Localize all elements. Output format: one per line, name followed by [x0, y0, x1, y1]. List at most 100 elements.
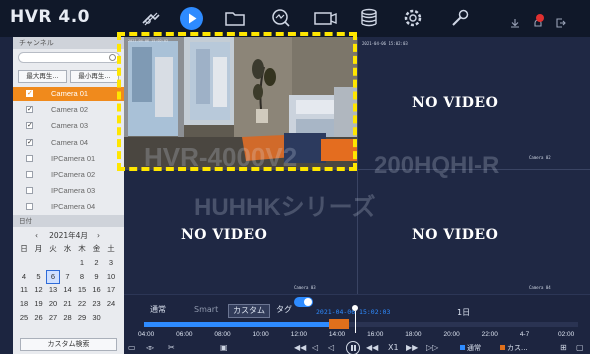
camera-list-item[interactable]: IPCamera 04 — [13, 200, 124, 214]
download-icon[interactable] — [510, 13, 520, 28]
grid-divider-vertical — [357, 37, 358, 294]
hour-tick-label: 08:00 — [214, 331, 231, 338]
weekday-label: 金 — [92, 244, 101, 253]
file-folder-icon[interactable] — [222, 6, 248, 30]
hour-tick-label: 18:00 — [405, 331, 422, 338]
calendar-day[interactable]: 4 — [18, 271, 30, 283]
rewind-icon[interactable]: ◀◀ — [294, 342, 306, 354]
camera-list-item[interactable]: ✓ Camera 03 — [13, 119, 124, 133]
mode-tag[interactable]: タグ — [276, 303, 292, 317]
storage-icon[interactable] — [356, 6, 382, 30]
playback-icon[interactable] — [180, 7, 203, 30]
hour-tick-label: 02:00 — [558, 331, 575, 338]
calendar-day[interactable]: 7 — [62, 271, 74, 283]
calendar-day[interactable]: 27 — [47, 312, 59, 324]
next-month-icon[interactable]: › — [97, 230, 100, 242]
calendar-day[interactable]: 15 — [76, 284, 88, 296]
cut-icon[interactable]: ✂ — [168, 342, 175, 354]
step-back-icon[interactable]: ◁ — [312, 342, 318, 354]
speed-label: X1 — [388, 343, 399, 352]
camera-checkbox[interactable] — [26, 171, 33, 178]
calendar-day[interactable]: 30 — [91, 312, 103, 324]
layout-icon[interactable]: ⊞ — [560, 342, 567, 354]
calendar-day[interactable]: 3 — [105, 257, 117, 269]
folder-icon[interactable]: ▭ — [128, 342, 136, 354]
camera-checkbox[interactable] — [26, 187, 33, 195]
calendar-day[interactable]: 9 — [91, 271, 103, 283]
hour-tick-label: 16:00 — [367, 331, 384, 338]
settings-icon[interactable] — [400, 6, 426, 30]
dvr-playback-window: HVR 4.0 チャンネル 最大再生... 最小再生... ✓ Camera 0… — [0, 0, 590, 354]
calendar-day[interactable]: 19 — [33, 298, 45, 310]
camera-checkbox[interactable]: ✓ — [26, 138, 33, 146]
camera-label: IPCamera 01 — [51, 153, 96, 163]
legend-custom-swatch — [500, 345, 505, 350]
mode-normal[interactable]: 通常 — [150, 303, 166, 317]
calendar-day[interactable]: 25 — [18, 312, 30, 324]
camera-icon[interactable] — [312, 6, 338, 30]
fullscreen-icon[interactable]: ▢ — [576, 342, 584, 354]
watermark-model-2: 200HQHI-R — [374, 152, 500, 179]
reverse-play-icon[interactable]: ◁ — [328, 342, 334, 354]
mode-smart[interactable]: Smart — [194, 303, 218, 317]
smart-search-icon[interactable] — [268, 6, 294, 30]
frame-step-icon[interactable]: ◃▹ — [146, 342, 154, 354]
live-view-icon[interactable] — [138, 6, 164, 30]
calendar-day[interactable]: 20 — [47, 298, 59, 310]
calendar-day[interactable]: 29 — [76, 312, 88, 324]
step-forward-icon[interactable]: ▷▷ — [426, 342, 438, 354]
calendar-day[interactable]: 5 — [33, 271, 45, 283]
camera-checkbox[interactable]: ✓ — [26, 106, 33, 114]
tag-toggle[interactable] — [294, 297, 313, 307]
slow-icon[interactable]: ◀◀ — [366, 342, 378, 354]
fast-forward-icon[interactable]: ▶▶ — [406, 342, 418, 354]
channel-search-input[interactable] — [18, 52, 120, 63]
calendar-day[interactable]: 11 — [18, 284, 30, 296]
calendar-day[interactable]: 8 — [76, 271, 88, 283]
max-playback-button[interactable]: 最大再生... — [18, 70, 67, 83]
calendar-day[interactable]: 17 — [105, 284, 117, 296]
maintenance-icon[interactable] — [446, 6, 472, 30]
camera-label: Camera 04 — [51, 137, 89, 147]
camera-list-item[interactable]: IPCamera 01 — [13, 152, 124, 166]
camera-checkbox[interactable] — [26, 203, 33, 211]
calendar-day[interactable]: 13 — [47, 284, 59, 296]
timeline-cursor[interactable] — [355, 311, 356, 333]
camera-list-item[interactable]: ✓ Camera 04 — [13, 136, 124, 150]
camera-checkbox[interactable]: ✓ — [26, 122, 33, 130]
calendar-day[interactable]: 18 — [18, 298, 30, 310]
mode-custom[interactable]: カスタム — [228, 304, 270, 318]
calendar-day[interactable]: 6 — [46, 269, 60, 284]
min-playback-button[interactable]: 最小再生... — [70, 70, 119, 83]
calendar-day[interactable]: 12 — [33, 284, 45, 296]
calendar-day[interactable]: 2 — [91, 257, 103, 269]
logout-icon[interactable] — [556, 13, 566, 28]
calendar-day[interactable]: 16 — [91, 284, 103, 296]
camera-list-item[interactable]: IPCamera 03 — [13, 184, 124, 198]
calendar-day[interactable]: 24 — [105, 298, 117, 310]
camera-list-item[interactable]: ✓ Camera 02 — [13, 103, 124, 117]
camera-03-no-video: NO VIDEO — [181, 227, 268, 243]
camera-checkbox[interactable] — [26, 154, 33, 162]
weekday-label: 木 — [78, 244, 86, 253]
calendar-day[interactable]: 1 — [76, 257, 88, 269]
calendar-day[interactable]: 10 — [105, 271, 117, 283]
prev-month-icon[interactable]: ‹ — [35, 230, 38, 242]
calendar-day[interactable]: 22 — [76, 298, 88, 310]
pause-button[interactable] — [346, 341, 360, 354]
calendar-day[interactable]: 14 — [62, 284, 74, 296]
snapshot-icon[interactable]: ▣ — [220, 342, 228, 354]
custom-segment — [329, 319, 349, 329]
custom-search-button[interactable]: カスタム検索 — [20, 338, 117, 351]
camera-checkbox[interactable]: ✓ — [26, 90, 33, 97]
channel-sidebar: チャンネル 最大再生... 最小再生... ✓ Camera 01 ✓ Camera … — [13, 37, 124, 354]
camera-list-item[interactable]: IPCamera 02 — [13, 168, 124, 182]
calendar-day[interactable]: 28 — [62, 312, 74, 324]
calendar-day[interactable]: 23 — [91, 298, 103, 310]
camera-list-item[interactable]: ✓ Camera 01 — [13, 87, 124, 101]
camera-label: Camera 02 — [51, 105, 89, 115]
calendar-day[interactable]: 21 — [62, 298, 74, 310]
calendar-day[interactable]: 26 — [33, 312, 45, 324]
hour-tick-label: 20:00 — [443, 331, 460, 338]
playhead-handle[interactable] — [352, 305, 358, 311]
